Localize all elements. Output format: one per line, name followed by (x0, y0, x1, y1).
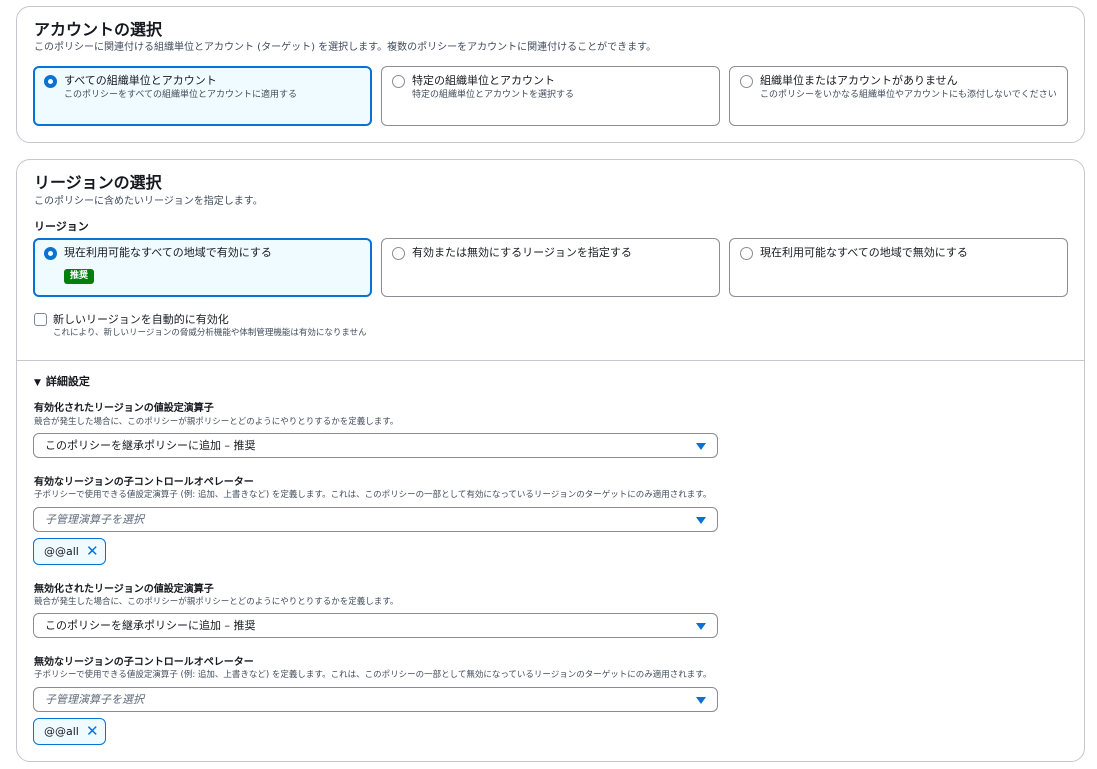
dropdown-arrow-icon (696, 697, 706, 704)
token-all-disabled: @@all ✕ (33, 718, 106, 745)
region-section-title: リージョンの選択 (34, 173, 162, 192)
dropdown-arrow-icon (696, 623, 706, 630)
remove-token-icon[interactable]: ✕ (86, 543, 99, 559)
token-label: @@all (44, 545, 79, 558)
account-section-title: アカウントの選択 (34, 20, 163, 39)
enabled-child-operator-description: 子ポリシーで使用できる値設定演算子 (例: 追加、上書きなど) を定義します。こ… (34, 490, 712, 500)
token-all-enabled: @@all ✕ (33, 538, 106, 565)
radio-icon[interactable] (392, 75, 405, 88)
region-selection-card: リージョンの選択 このポリシーに含めたいリージョンを指定します。 リージョン 現… (16, 159, 1085, 762)
account-option-specific[interactable]: 特定の組織単位とアカウント 特定の組織単位とアカウントを選択する (381, 66, 720, 126)
disabled-child-operator-label: 無効なリージョンの子コントロールオペレーター (34, 657, 254, 668)
disabled-value-operator-label: 無効化されたリージョンの値設定演算子 (34, 584, 214, 595)
account-option-description: 特定の組織単位とアカウントを選択する (412, 90, 575, 100)
region-option-enable-all[interactable]: 現在利用可能なすべての地域で有効にする 推奨 (33, 238, 372, 297)
radio-selected-icon[interactable] (44, 247, 57, 260)
enabled-child-operator-select[interactable]: 子管理演算子を選択 (33, 507, 718, 532)
disabled-child-operator-description: 子ポリシーで使用できる値設定演算子 (例: 追加、上書きなど) を定義します。こ… (34, 670, 712, 680)
advanced-settings-title: 詳細設定 (45, 375, 90, 388)
auto-enable-checkbox[interactable] (34, 313, 47, 326)
enabled-value-operator-description: 競合が発生した場合に、このポリシーが親ポリシーとどのようにやりとりするかを定義し… (34, 417, 399, 427)
region-option-label: 現在利用可能なすべての地域で有効にする (64, 246, 272, 259)
auto-enable-label[interactable]: 新しいリージョンを自動的に有効化 (53, 313, 229, 326)
region-option-label: 現在利用可能なすべての地域で無効にする (760, 246, 968, 259)
account-selection-card: アカウントの選択 このポリシーに関連付ける組織単位とアカウント (ターゲット) … (16, 6, 1085, 143)
account-option-label: 特定の組織単位とアカウント (412, 74, 555, 87)
account-option-description: このポリシーをいかなる組織単位やアカウントにも添付しないでください (760, 90, 1057, 100)
enabled-child-operator-label: 有効なリージョンの子コントロールオペレーター (34, 477, 254, 488)
radio-icon[interactable] (740, 247, 753, 260)
account-option-none[interactable]: 組織単位またはアカウントがありません このポリシーをいかなる組織単位やアカウント… (729, 66, 1068, 126)
token-label: @@all (44, 725, 79, 738)
auto-enable-description: これにより、新しいリージョンの脅威分析機能や体制管理機能は有効になりません (53, 328, 367, 338)
select-placeholder: 子管理演算子を選択 (45, 693, 144, 706)
recommended-badge: 推奨 (64, 269, 95, 284)
radio-selected-icon[interactable] (44, 75, 57, 88)
account-option-all[interactable]: すべての組織単位とアカウント このポリシーをすべての組織単位とアカウントに適用す… (33, 66, 372, 126)
radio-icon[interactable] (392, 247, 405, 260)
dropdown-arrow-icon (696, 443, 706, 450)
advanced-settings-toggle[interactable]: ▼ 詳細設定 (34, 374, 90, 391)
select-value: このポリシーを継承ポリシーに追加 – 推奨 (45, 439, 256, 452)
section-divider (17, 360, 1084, 361)
account-section-description: このポリシーに関連付ける組織単位とアカウント (ターゲット) を選択します。複数… (34, 42, 657, 53)
region-field-label: リージョン (34, 220, 89, 233)
region-option-specify[interactable]: 有効または無効にするリージョンを指定する (381, 238, 720, 297)
region-option-disable-all[interactable]: 現在利用可能なすべての地域で無効にする (729, 238, 1068, 297)
disabled-value-operator-description: 競合が発生した場合に、このポリシーが親ポリシーとどのようにやりとりするかを定義し… (34, 597, 399, 607)
dropdown-arrow-icon (696, 517, 706, 524)
region-option-label: 有効または無効にするリージョンを指定する (412, 246, 632, 259)
account-option-label: 組織単位またはアカウントがありません (760, 74, 958, 87)
select-placeholder: 子管理演算子を選択 (45, 513, 144, 526)
enabled-value-operator-label: 有効化されたリージョンの値設定演算子 (34, 403, 214, 414)
radio-icon[interactable] (740, 75, 753, 88)
region-section-description: このポリシーに含めたいリージョンを指定します。 (34, 196, 263, 207)
caret-down-icon: ▼ (34, 378, 41, 388)
account-option-label: すべての組織単位とアカウント (64, 74, 217, 87)
disabled-child-operator-select[interactable]: 子管理演算子を選択 (33, 687, 718, 712)
remove-token-icon[interactable]: ✕ (86, 723, 99, 739)
disabled-value-operator-select[interactable]: このポリシーを継承ポリシーに追加 – 推奨 (33, 613, 718, 638)
enabled-value-operator-select[interactable]: このポリシーを継承ポリシーに追加 – 推奨 (33, 433, 718, 458)
select-value: このポリシーを継承ポリシーに追加 – 推奨 (45, 619, 256, 632)
account-option-description: このポリシーをすべての組織単位とアカウントに適用する (64, 90, 298, 100)
